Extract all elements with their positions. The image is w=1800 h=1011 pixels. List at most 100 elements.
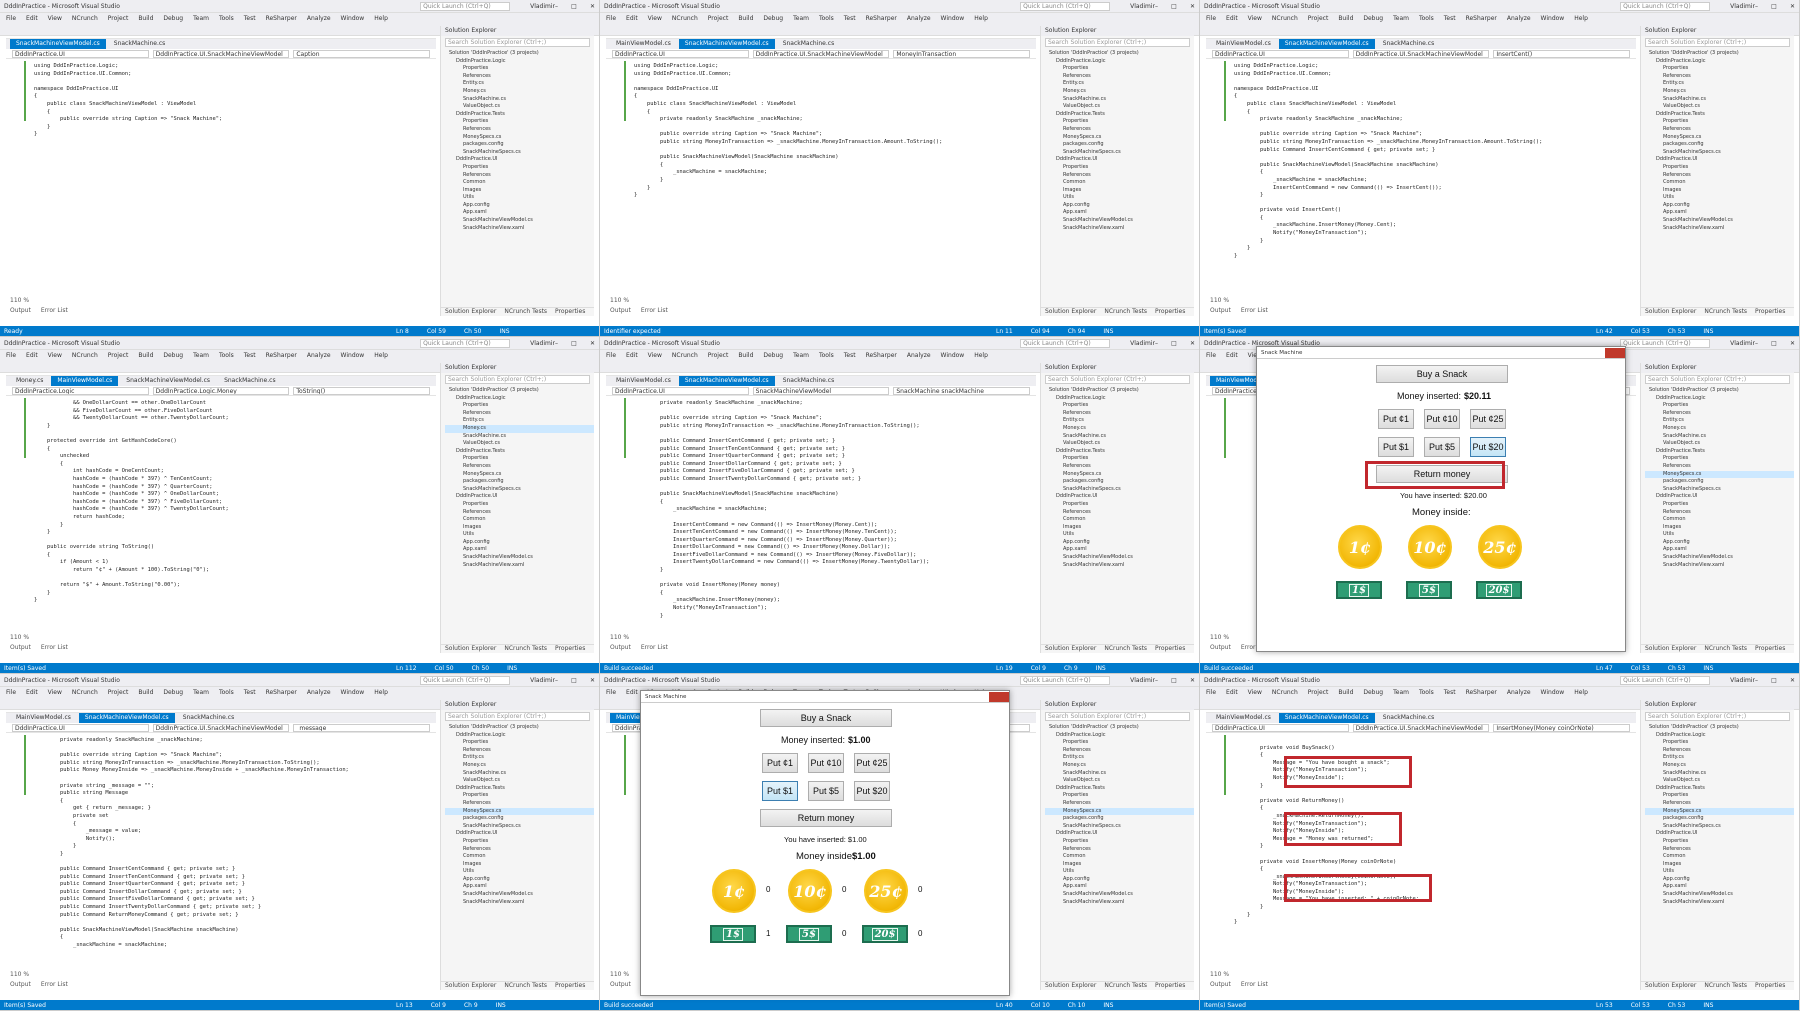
menu-item[interactable]: Analyze: [1507, 689, 1531, 696]
close-icon[interactable]: ✕: [1190, 677, 1195, 684]
tree-item[interactable]: App.config: [1045, 876, 1194, 884]
tree-item[interactable]: Solution 'DddInPractice' (3 projects): [1045, 387, 1194, 395]
tree-item[interactable]: Images: [1045, 187, 1194, 195]
menu-item[interactable]: Edit: [1226, 689, 1238, 696]
menu-item[interactable]: Build: [138, 15, 153, 22]
minimize-icon[interactable]: –: [1755, 340, 1758, 347]
tree-item[interactable]: App.xaml: [1045, 883, 1194, 891]
tree-item[interactable]: References: [1045, 172, 1194, 180]
put-coin-button[interactable]: Put ¢1: [762, 753, 798, 773]
tree-item[interactable]: Common: [445, 179, 594, 187]
solution-search-input[interactable]: Search Solution Explorer (Ctrl+;): [1645, 712, 1790, 721]
menu-item[interactable]: Team: [1393, 689, 1409, 696]
tree-item[interactable]: References: [1045, 509, 1194, 517]
tree-item[interactable]: SnackMachineView.xaml: [1045, 225, 1194, 233]
quick-launch-input[interactable]: Quick Launch (Ctrl+Q): [1620, 338, 1711, 348]
tree-item[interactable]: Images: [445, 524, 594, 532]
tree-item[interactable]: Properties: [1645, 792, 1794, 800]
document-tab[interactable]: SnackMachineViewModel.cs: [678, 376, 775, 386]
menu-item[interactable]: Team: [793, 352, 809, 359]
panel-tab[interactable]: NCrunch Tests: [1704, 308, 1747, 316]
menu-item[interactable]: Project: [108, 689, 129, 696]
tree-item[interactable]: References: [445, 509, 594, 517]
nav-dropdown[interactable]: SnackMachine snackMachine: [893, 387, 1031, 395]
document-tab[interactable]: SnackMachine.cs: [218, 376, 282, 386]
tree-item[interactable]: SnackMachine.cs: [445, 433, 594, 441]
solution-search-input[interactable]: Search Solution Explorer (Ctrl+;): [1645, 375, 1790, 384]
menu-item[interactable]: Debug: [163, 15, 183, 22]
tree-item[interactable]: Properties: [445, 838, 594, 846]
tree-item[interactable]: DddInPractice.Logic: [1645, 732, 1794, 740]
menu-item[interactable]: Tools: [219, 352, 234, 359]
nav-dropdown[interactable]: DddInPractice.UI: [12, 724, 149, 732]
tree-item[interactable]: References: [445, 172, 594, 180]
tree-item[interactable]: Money.cs: [1645, 425, 1794, 433]
tree-item[interactable]: Solution 'DddInPractice' (3 projects): [1645, 387, 1794, 395]
document-tab[interactable]: SnackMachine.cs: [1377, 39, 1441, 49]
tree-item[interactable]: SnackMachineSpecs.cs: [1045, 823, 1194, 831]
close-icon[interactable]: ✕: [1190, 340, 1195, 347]
tree-item[interactable]: MoneySpecs.cs: [445, 471, 594, 479]
tree-item[interactable]: SnackMachineView.xaml: [445, 899, 594, 907]
close-icon[interactable]: ✕: [1190, 3, 1195, 10]
tree-item[interactable]: Properties: [1045, 838, 1194, 846]
menu-item[interactable]: Test: [1444, 15, 1456, 22]
tree-item[interactable]: ValueObject.cs: [1045, 103, 1194, 111]
minimize-icon[interactable]: –: [1755, 3, 1758, 10]
tree-item[interactable]: SnackMachine.cs: [1645, 770, 1794, 778]
tree-item[interactable]: Money.cs: [1045, 762, 1194, 770]
menu-item[interactable]: Tools: [1419, 15, 1434, 22]
menu-item[interactable]: NCrunch: [672, 15, 698, 22]
panel-tab[interactable]: Properties: [1755, 982, 1785, 990]
menu-item[interactable]: View: [48, 689, 62, 696]
tree-item[interactable]: SnackMachineView.xaml: [1645, 562, 1794, 570]
panel-tab[interactable]: Properties: [1155, 308, 1185, 316]
tree-item[interactable]: References: [1045, 846, 1194, 854]
tree-item[interactable]: Properties: [1645, 455, 1794, 463]
menu-item[interactable]: Project: [708, 15, 729, 22]
menu-item[interactable]: Debug: [1363, 689, 1383, 696]
close-icon[interactable]: ✕: [590, 3, 595, 10]
panel-tab[interactable]: Properties: [555, 982, 585, 990]
quick-launch-input[interactable]: Quick Launch (Ctrl+Q): [1620, 675, 1711, 685]
menu-item[interactable]: Team: [193, 689, 209, 696]
menu-item[interactable]: View: [1248, 689, 1262, 696]
document-tab[interactable]: SnackMachine.cs: [777, 376, 841, 386]
menu-item[interactable]: NCrunch: [72, 689, 98, 696]
tree-item[interactable]: Common: [1645, 853, 1794, 861]
panel-tab[interactable]: NCrunch Tests: [1104, 982, 1147, 990]
tree-item[interactable]: ValueObject.cs: [445, 440, 594, 448]
tree-item[interactable]: Money.cs: [1045, 88, 1194, 96]
tree-item[interactable]: Common: [1045, 853, 1194, 861]
solution-search-input[interactable]: Search Solution Explorer (Ctrl+;): [445, 375, 590, 384]
tree-item[interactable]: App.config: [1645, 539, 1794, 547]
tree-item[interactable]: Utils: [1645, 194, 1794, 202]
tree-item[interactable]: packages.config: [1045, 141, 1194, 149]
menu-item[interactable]: Edit: [26, 689, 38, 696]
document-tab[interactable]: SnackMachineViewModel.cs: [120, 376, 216, 386]
zoom-level[interactable]: 110 %: [610, 971, 629, 978]
put-coin-button[interactable]: Put ¢25: [1470, 409, 1506, 429]
tree-item[interactable]: Entity.cs: [445, 754, 594, 762]
tree-item[interactable]: packages.config: [1645, 478, 1794, 486]
maximize-icon[interactable]: □: [571, 340, 577, 347]
zoom-level[interactable]: 110 %: [1210, 971, 1229, 978]
document-tab[interactable]: SnackMachineViewModel.cs: [1278, 713, 1375, 723]
menu-item[interactable]: ReSharper: [1466, 15, 1497, 22]
menu-item[interactable]: NCrunch: [1272, 15, 1298, 22]
minimize-icon[interactable]: –: [1155, 340, 1158, 347]
tree-item[interactable]: Properties: [1045, 455, 1194, 463]
document-tab[interactable]: SnackMachine.cs: [1377, 713, 1441, 723]
tree-item[interactable]: SnackMachineViewModel.cs: [1645, 217, 1794, 225]
tree-item[interactable]: ValueObject.cs: [1645, 440, 1794, 448]
tree-item[interactable]: Properties: [1645, 402, 1794, 410]
tree-item[interactable]: SnackMachineSpecs.cs: [445, 149, 594, 157]
tree-item[interactable]: App.config: [445, 539, 594, 547]
tree-item[interactable]: SnackMachineViewModel.cs: [1645, 891, 1794, 899]
tree-item[interactable]: SnackMachineViewModel.cs: [445, 554, 594, 562]
tree-item[interactable]: DddInPractice.Logic: [1645, 58, 1794, 66]
quick-launch-input[interactable]: Quick Launch (Ctrl+Q): [1020, 675, 1111, 685]
output-tab[interactable]: Error List: [41, 980, 68, 989]
nav-dropdown[interactable]: DddInPractice.UI: [1212, 724, 1349, 732]
tree-item[interactable]: Money.cs: [1645, 762, 1794, 770]
